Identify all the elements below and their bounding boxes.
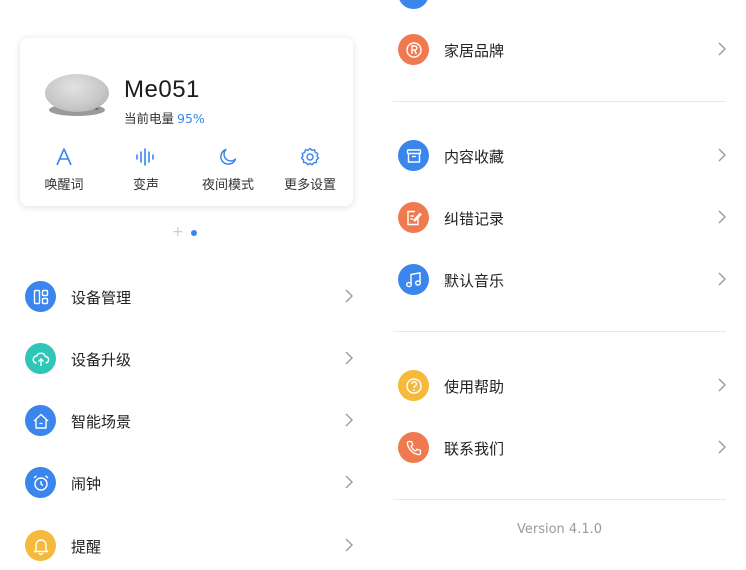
moon-icon [188,146,268,168]
device-grid-icon [25,281,56,312]
partial-menu-icon [398,0,429,9]
left-pane: Me051 当前电量 95% 唤醒词 变声 夜间模式 更多设置 + 设备管理 设… [0,0,373,561]
more-settings-button[interactable]: 更多设置 [270,146,350,193]
menu-item-smart-scene[interactable]: 智能场景 [0,397,373,445]
page-indicator: + [172,224,202,240]
section-divider [393,499,726,500]
battery-label: 当前电量 [124,111,175,126]
device-name: Me051 [124,76,200,103]
wake-word-label: 唤醒词 [44,178,84,193]
voice-change-label: 变声 [132,178,159,193]
menu-item-alarm[interactable]: 闹钟 [0,459,373,507]
music-note-icon [398,264,429,295]
menu-item-reminder[interactable]: 提醒 [0,522,373,570]
letter-a-icon [24,146,104,168]
menu-item-label: 默认音乐 [444,272,505,290]
chevron-right-icon [718,148,726,162]
section-divider [393,331,726,332]
night-mode-button[interactable]: 夜间模式 [188,146,268,193]
menu-item-label: 设备管理 [71,289,132,307]
right-pane: 家居品牌 内容收藏 纠错记录 默认音乐 使用帮助 联系我们 Version 4.… [373,0,746,559]
device-quick-actions: 唤醒词 变声 夜间模式 更多设置 [20,146,353,196]
menu-item-home-brand[interactable]: 家居品牌 [373,26,746,74]
cloud-upload-icon [25,343,56,374]
menu-item-label: 内容收藏 [444,148,505,166]
menu-item-correction-log[interactable]: 纠错记录 [373,194,746,242]
battery-value: 95% [177,111,205,126]
menu-item-device-management[interactable]: 设备管理 [0,273,373,321]
menu-item-help[interactable]: 使用帮助 [373,362,746,410]
chevron-right-icon [718,272,726,286]
section-divider [393,101,726,102]
menu-item-label: 智能场景 [71,413,132,431]
chevron-right-icon [718,440,726,454]
smart-home-icon [25,405,56,436]
chevron-right-icon [345,289,353,303]
menu-item-label: 联系我们 [444,440,505,458]
bell-icon [25,530,56,561]
active-page-dot [191,230,197,236]
registered-brand-icon [398,34,429,65]
archive-box-icon [398,140,429,171]
chevron-right-icon [345,475,353,489]
battery-status: 当前电量 95% [124,108,205,127]
chevron-right-icon [718,378,726,392]
device-card[interactable]: Me051 当前电量 95% 唤醒词 变声 夜间模式 更多设置 [20,38,353,206]
voice-wave-icon [106,146,186,168]
chevron-right-icon [345,413,353,427]
smart-speaker-image [45,74,109,118]
more-settings-label: 更多设置 [283,178,336,193]
night-mode-label: 夜间模式 [201,178,254,193]
menu-item-label: 提醒 [71,538,102,556]
app-version: Version 4.1.0 [516,522,602,537]
menu-item-label: 纠错记录 [444,210,505,228]
menu-item-label: 家居品牌 [444,42,505,60]
wake-word-button[interactable]: 唤醒词 [24,146,104,193]
menu-item-default-music[interactable]: 默认音乐 [373,256,746,304]
alarm-clock-icon [25,467,56,498]
chevron-right-icon [718,42,726,56]
add-device-icon[interactable]: + [172,224,184,240]
menu-item-label: 设备升级 [71,351,132,369]
menu-item-favorites[interactable]: 内容收藏 [373,132,746,180]
menu-item-label: 使用帮助 [444,378,505,396]
phone-icon [398,432,429,463]
chevron-right-icon [345,538,353,552]
help-question-icon [398,370,429,401]
chevron-right-icon [718,210,726,224]
gear-icon [270,146,350,168]
chevron-right-icon [345,351,353,365]
menu-item-label: 闹钟 [71,475,102,493]
menu-item-device-upgrade[interactable]: 设备升级 [0,335,373,383]
voice-change-button[interactable]: 变声 [106,146,186,193]
edit-note-icon [398,202,429,233]
menu-item-contact-us[interactable]: 联系我们 [373,424,746,472]
